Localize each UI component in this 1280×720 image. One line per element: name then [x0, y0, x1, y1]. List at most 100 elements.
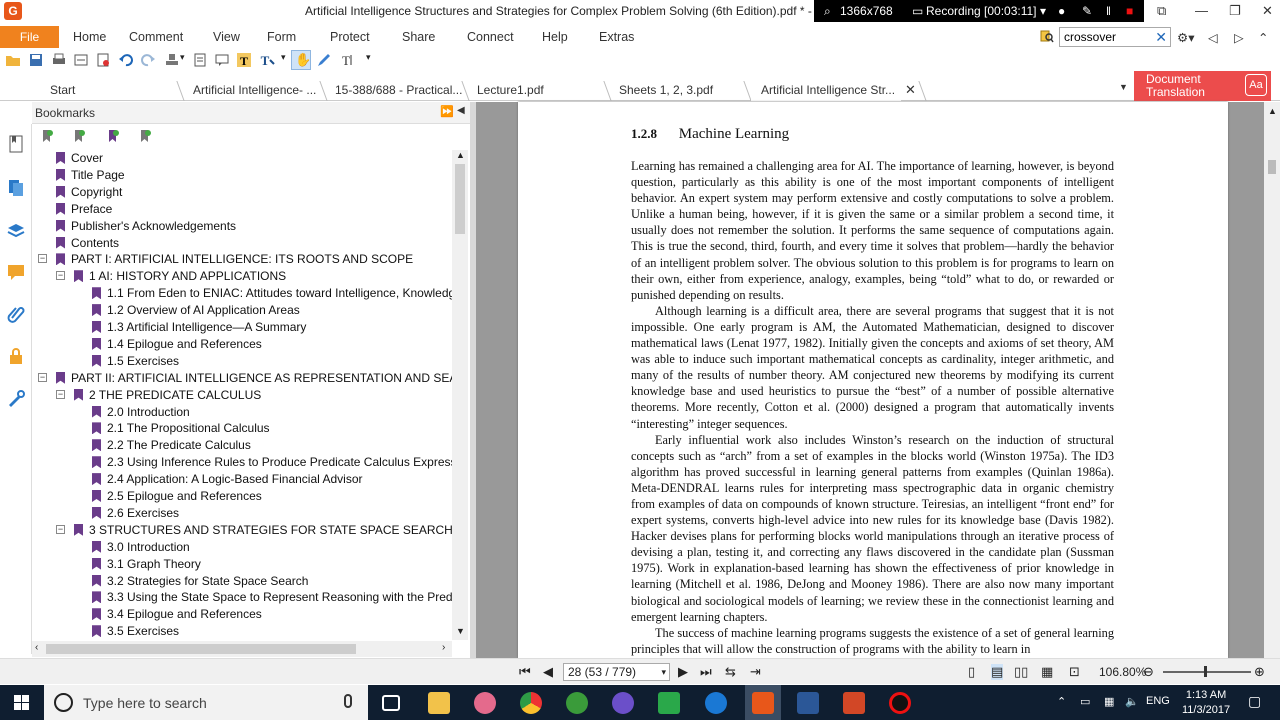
menu-connect[interactable]: Connect [467, 30, 514, 44]
bookmark-item[interactable]: Copyright [32, 184, 452, 201]
stamp-icon[interactable] [164, 52, 180, 68]
typewriter-icon[interactable]: T [236, 52, 252, 68]
bookmarks-horizontal-scrollbar[interactable]: ‹ › [32, 641, 452, 657]
continuous-facing-icon[interactable]: ▦ [1041, 664, 1053, 680]
page-dropdown-icon[interactable]: ▾ [661, 664, 666, 680]
android-icon[interactable] [566, 692, 588, 714]
attachments-panel-icon[interactable] [6, 304, 26, 324]
doc-scroll-up-icon[interactable]: ▲ [1268, 106, 1277, 116]
document-vertical-scrollbar[interactable]: ▲ [1264, 102, 1280, 658]
bookmark-expand-icon[interactable] [106, 129, 120, 143]
chrome-icon[interactable] [520, 692, 542, 714]
camera-icon[interactable]: ● [1058, 4, 1065, 18]
show-hidden-icons[interactable]: ⌃ [1057, 695, 1066, 708]
bookmark-item[interactable]: − PART I: ARTIFICIAL INTELLIGENCE: ITS RO… [32, 251, 452, 268]
signature-panel-icon[interactable] [6, 388, 26, 408]
first-page-icon[interactable]: ⏮ [519, 664, 531, 680]
collapse-toggle-icon[interactable]: − [38, 372, 47, 382]
collapse-ribbon-icon[interactable]: ⌃ [1258, 30, 1268, 45]
create-pdf-icon[interactable] [95, 52, 111, 68]
word-icon[interactable] [797, 692, 819, 714]
app-icon[interactable] [474, 692, 496, 714]
microphone-icon[interactable] [344, 694, 352, 708]
bookmark-item[interactable]: − PART II: ARTIFICIAL INTELLIGENCE AS REP… [32, 370, 452, 387]
scroll-right-icon[interactable]: › [442, 642, 445, 653]
print-icon[interactable] [51, 52, 67, 68]
collapse-toggle-icon[interactable]: − [56, 271, 65, 281]
bookmark-item[interactable]: 3.2 Strategies for State Space Search [32, 573, 452, 590]
hand-tool-button[interactable]: ✋ [291, 50, 311, 70]
page-number-input[interactable]: 28 (53 / 779) ▾ [563, 663, 670, 681]
zoom-in-icon[interactable]: ⊕ [1254, 664, 1265, 680]
pages-panel-icon[interactable] [6, 178, 26, 198]
bookmark-item[interactable]: Cover [32, 150, 452, 167]
undo-icon[interactable] [118, 52, 134, 68]
close-tab-icon[interactable]: ✕ [905, 82, 916, 98]
bookmark-item[interactable]: Publisher's Acknowledgements [32, 218, 452, 235]
previous-result-icon[interactable]: ◁ [1208, 30, 1218, 45]
maximize-button[interactable]: ❐ [1229, 3, 1241, 19]
bookmark-item[interactable]: 2.2 The Predicate Calculus [32, 437, 452, 454]
settings-icon[interactable]: ⚙▾ [1177, 30, 1194, 45]
open-folder-icon[interactable] [5, 52, 21, 68]
bookmark-item[interactable]: 1.2 Overview of AI Application Areas [32, 302, 452, 319]
menu-file[interactable]: File [0, 26, 59, 48]
bookmark-add-icon[interactable] [72, 129, 86, 143]
language-indicator[interactable]: ENG [1146, 695, 1170, 707]
continuous-page-icon[interactable]: ▤ [991, 664, 1004, 680]
pen-icon[interactable]: ✎ [1082, 4, 1092, 18]
bookmarks-vertical-scrollbar[interactable]: ▲ ▼ [452, 150, 468, 640]
action-center-icon[interactable]: ▢ [1248, 693, 1261, 710]
recorder-icon[interactable] [889, 692, 911, 714]
bookmark-item[interactable]: 1.5 Exercises [32, 353, 452, 370]
minimize-button[interactable]: — [1195, 3, 1208, 18]
stop-record-icon[interactable]: ■ [1126, 4, 1133, 18]
menu-extras[interactable]: Extras [599, 30, 634, 44]
search-field[interactable]: ✕ [1059, 27, 1171, 47]
collapse-toggle-icon[interactable]: − [56, 524, 65, 534]
zoom-level[interactable]: 106.80% [1099, 665, 1146, 679]
task-view-icon[interactable] [382, 695, 400, 711]
tab-list-dropdown-icon[interactable]: ▼ [1119, 82, 1128, 92]
collapse-panel-icon[interactable]: ◀ [457, 105, 465, 116]
network-icon[interactable]: ▦ [1104, 695, 1114, 708]
foxit-taskbar-button[interactable] [745, 685, 781, 720]
document-scroll-thumb[interactable] [1268, 160, 1276, 174]
bookmark-item[interactable]: 1.1 From Eden to ENIAC: Attitudes toward… [32, 285, 452, 302]
tab-sheets[interactable]: Sheets 1, 2, 3.pdf [609, 77, 747, 101]
security-panel-icon[interactable] [6, 346, 26, 366]
zoom-out-icon[interactable]: ⊖ [1143, 664, 1154, 680]
redo-icon[interactable] [140, 52, 156, 68]
layers-panel-icon[interactable] [6, 220, 26, 240]
menu-form[interactable]: Form [267, 30, 296, 44]
bookmark-item[interactable]: 3.4 Epilogue and References [32, 606, 452, 623]
bookmark-item[interactable]: 3.5 Exercises [32, 623, 452, 640]
previous-view-icon[interactable]: ⇆ [725, 664, 736, 680]
menu-protect[interactable]: Protect [330, 30, 370, 44]
bookmark-item[interactable]: Contents [32, 235, 452, 252]
bookmark-item[interactable]: Preface [32, 201, 452, 218]
bookmarks-hscroll-thumb[interactable] [46, 644, 356, 654]
menu-help[interactable]: Help [542, 30, 568, 44]
powerpoint-icon[interactable] [843, 692, 865, 714]
search-input[interactable] [1060, 28, 1150, 46]
last-page-icon[interactable]: ⏭ [700, 664, 712, 680]
close-button[interactable]: ✕ [1262, 3, 1273, 19]
next-result-icon[interactable]: ▷ [1234, 30, 1244, 45]
foxit-logo-icon[interactable]: G [4, 2, 22, 20]
edge-icon[interactable] [705, 692, 727, 714]
pdf-page[interactable]: 1.2.8 Machine Learning Learning has rema… [518, 102, 1228, 658]
fit-page-icon[interactable]: ⊡ [1069, 664, 1080, 680]
pause-icon[interactable]: ‖ [1106, 4, 1111, 18]
bookmark-item[interactable]: 2.6 Exercises [32, 505, 452, 522]
panel-splitter[interactable] [470, 102, 476, 658]
text-select-icon[interactable]: T [259, 52, 275, 68]
bookmark-delete-icon[interactable] [40, 129, 54, 143]
tab-ai-active[interactable]: Artificial Intelligence Str... [751, 77, 901, 101]
scan-icon[interactable] [73, 52, 89, 68]
windows-start-icon[interactable] [14, 695, 29, 710]
bookmark-item[interactable]: 2.3 Using Inference Rules to Produce Pre… [32, 454, 452, 471]
bookmark-item[interactable]: 2.4 Application: A Logic-Based Financial… [32, 471, 452, 488]
facing-page-icon[interactable]: ▯▯ [1014, 664, 1028, 680]
bookmark-item[interactable]: 2.0 Introduction [32, 404, 452, 421]
